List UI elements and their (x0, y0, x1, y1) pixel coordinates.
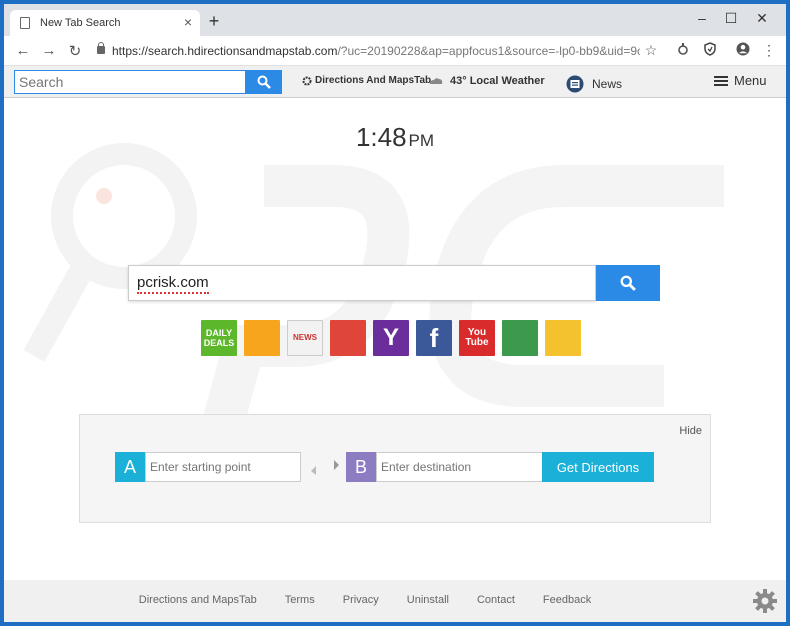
lock-icon[interactable] (97, 42, 105, 54)
footer-link[interactable]: Uninstall (407, 594, 449, 606)
news-icon (566, 75, 584, 93)
starting-point-input[interactable] (145, 452, 301, 482)
shortcut-news[interactable]: NEWS (287, 320, 323, 356)
footer-link[interactable]: Privacy (343, 594, 379, 606)
profile-avatar-icon[interactable] (734, 42, 752, 59)
shortcut-label: DAILY DEALS (203, 328, 235, 348)
footer: Directions and MapsTab Terms Privacy Uninst… (4, 580, 786, 622)
title-bar: New Tab Search × + – ☐ ✕ (4, 4, 786, 36)
shortcut-label: You Tube (465, 327, 489, 348)
point-a-badge: A (115, 452, 145, 482)
menu-button[interactable]: Menu (714, 73, 767, 88)
close-window-button[interactable]: ✕ (754, 10, 770, 27)
footer-link[interactable]: Terms (285, 594, 315, 606)
point-b-badge: B (346, 452, 376, 482)
shortcut-daily-deals[interactable]: DAILY DEALS (201, 320, 237, 356)
footer-link[interactable]: Feedback (543, 594, 591, 606)
url-host: https://search.hdirectionsandmapstab.com (112, 44, 338, 58)
maximize-button[interactable]: ☐ (723, 10, 739, 27)
local-weather-link[interactable]: 43° Local Weather (428, 75, 545, 87)
search-icon (257, 75, 271, 89)
hamburger-icon (714, 75, 728, 86)
browser-tab[interactable]: New Tab Search × (10, 10, 200, 36)
hide-directions-link[interactable]: Hide (679, 425, 702, 437)
footer-link[interactable]: Directions and MapsTab (139, 594, 257, 606)
shortcut-audible[interactable] (244, 320, 280, 356)
main-search-input[interactable]: pcrisk.com (128, 265, 596, 301)
browser-menu-icon[interactable]: ⋮ (760, 42, 778, 59)
shortcut-label: f (429, 323, 439, 353)
bookmark-star-icon[interactable]: ☆ (642, 42, 660, 59)
get-directions-button[interactable]: Get Directions (542, 452, 654, 482)
gear-logo-icon (302, 76, 312, 85)
browser-window: New Tab Search × + – ☐ ✕ ← → ↻ https://s… (4, 4, 786, 622)
new-tab-button[interactable]: + (204, 11, 224, 32)
shortcut-facebook[interactable]: f (416, 320, 452, 356)
news-label: News (592, 77, 623, 91)
tab-close-icon[interactable]: × (184, 14, 192, 30)
shortcut-youtube[interactable]: You Tube (459, 320, 495, 356)
destination-input[interactable] (376, 452, 564, 482)
toolbar-search-input[interactable] (14, 70, 246, 94)
local-weather-label: 43° Local Weather (450, 75, 545, 87)
directions-panel: Hide A B Get Directions (79, 414, 711, 523)
shortcut-google-maps[interactable] (502, 320, 538, 356)
shortcut-yahoo[interactable]: Y (373, 320, 409, 356)
address-bar[interactable]: https://search.hdirectionsandmapstab.com… (112, 44, 640, 58)
back-button[interactable]: ← (14, 42, 32, 59)
shortcut-label: NEWS (293, 333, 317, 342)
clock: 1:48 PM (4, 122, 786, 153)
gear-icon[interactable] (752, 588, 778, 614)
clock-ampm: PM (408, 131, 435, 150)
forward-button[interactable]: → (40, 42, 58, 59)
directions-mapstab-label: Directions And MapsTab (315, 75, 432, 86)
reload-button[interactable]: ↻ (66, 42, 84, 60)
clock-time: 1:48 (355, 122, 407, 152)
swap-arrows-icon[interactable] (310, 459, 340, 475)
main-search-value: pcrisk.com (137, 274, 209, 294)
extension-icon[interactable] (674, 42, 692, 59)
footer-links: Directions and MapsTab Terms Privacy Uninst… (4, 594, 786, 606)
shortcut-maps[interactable] (545, 320, 581, 356)
weather-cloud-icon (430, 78, 443, 84)
url-path: /?uc=20190228&ap=appfocus1&source=-lp0-b… (337, 44, 640, 58)
tab-title: New Tab Search (40, 17, 121, 29)
shortcut-label: Y (382, 324, 399, 351)
browser-toolbar: ← → ↻ https://search.hdirectionsandmapst… (4, 36, 786, 66)
directions-mapstab-link[interactable]: Directions And MapsTab (302, 75, 431, 86)
page-content: Directions And MapsTab 43° Local Weather… (4, 66, 786, 622)
shield-extension-icon[interactable] (701, 42, 719, 59)
toolbar-search-button[interactable] (246, 70, 282, 94)
shortcut-gmail[interactable] (330, 320, 366, 356)
search-icon (620, 275, 636, 291)
shortcut-tiles: DAILY DEALS NEWS Yf You Tube (201, 320, 581, 358)
menu-label: Menu (734, 73, 767, 88)
page-icon (20, 17, 30, 29)
news-link[interactable]: News (566, 75, 622, 93)
main-search-button[interactable] (596, 265, 660, 301)
minimize-button[interactable]: – (694, 10, 710, 26)
extension-toolbar: Directions And MapsTab 43° Local Weather… (4, 66, 786, 98)
footer-link[interactable]: Contact (477, 594, 515, 606)
